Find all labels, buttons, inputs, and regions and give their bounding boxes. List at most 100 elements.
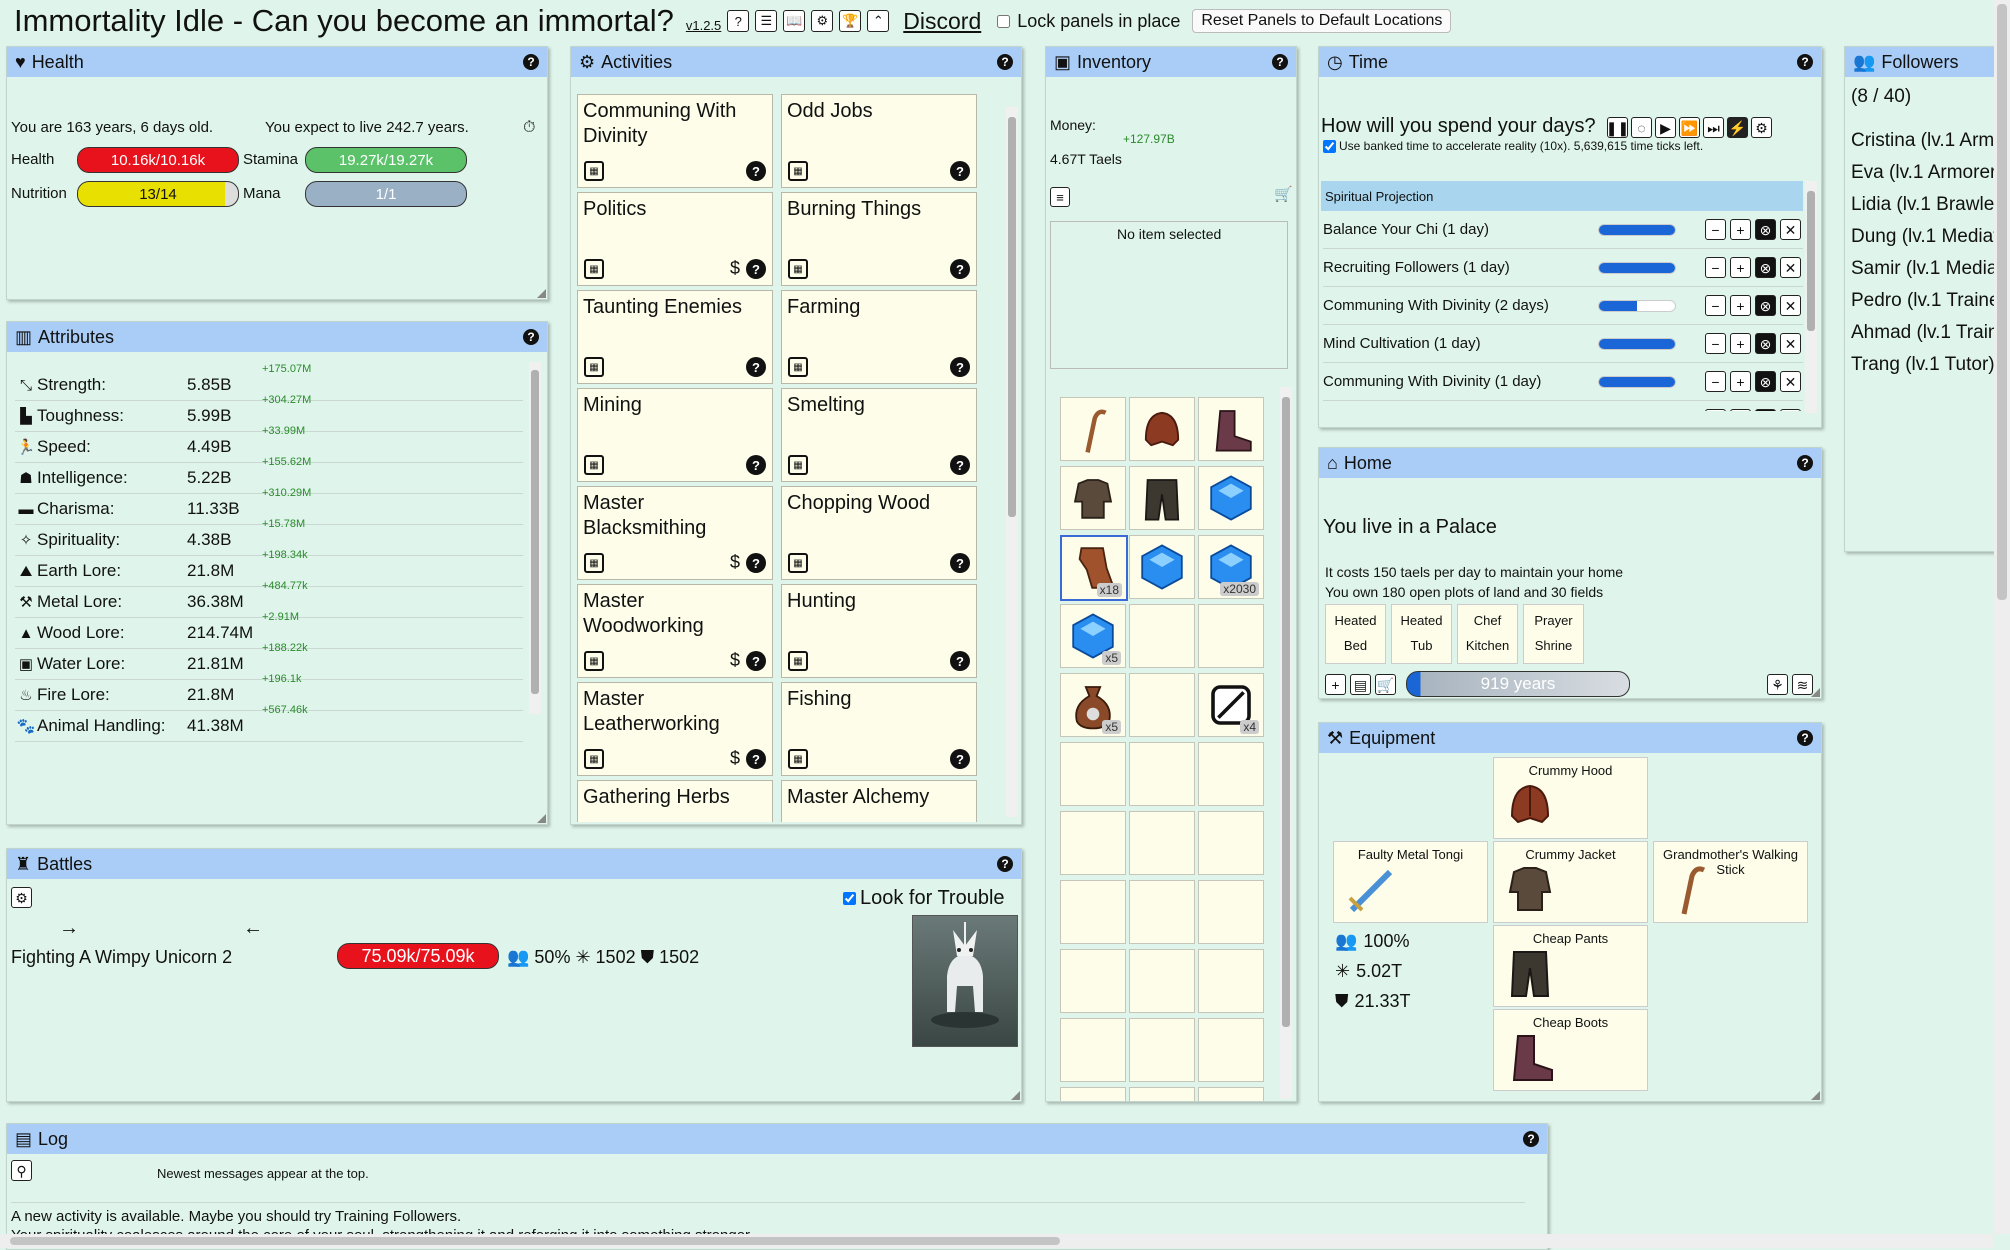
calendar-icon[interactable]: ▦ (788, 259, 808, 279)
skip-icon[interactable]: ⏭ (1703, 117, 1724, 138)
minus-icon[interactable]: − (1705, 371, 1726, 392)
inventory-slot[interactable]: x5 (1060, 673, 1126, 737)
cancel-icon[interactable]: ⊗ (1755, 333, 1776, 354)
home-upgrade-button[interactable]: Chef Kitchen (1457, 604, 1518, 664)
inventory-slot[interactable] (1129, 397, 1195, 461)
inventory-slot[interactable] (1060, 466, 1126, 530)
follower-item[interactable]: Cristina (lv.1 Armo (1845, 125, 2010, 157)
gear-icon[interactable]: ⚙ (1751, 117, 1772, 138)
inventory-slot[interactable] (1060, 949, 1126, 1013)
inventory-slot[interactable] (1129, 466, 1195, 530)
close-icon[interactable]: ✕ (1780, 257, 1801, 278)
home-upgrade-button[interactable]: Prayer Shrine (1523, 604, 1584, 664)
help-icon[interactable]: ? (746, 553, 766, 573)
plus-icon[interactable]: + (1730, 333, 1751, 354)
fast-forward-icon[interactable]: ⏩ (1679, 117, 1700, 138)
resize-handle[interactable] (1811, 1091, 1820, 1100)
activity-card[interactable]: Master Leatherworking ▦? $ (577, 682, 773, 776)
inventory-slot[interactable] (1129, 742, 1195, 806)
help-icon[interactable]: ? (1272, 54, 1288, 70)
calendar-icon[interactable]: ▦ (788, 553, 808, 573)
equip-weapon-slot[interactable]: Faulty Metal Tongi (1333, 841, 1488, 923)
help-icon[interactable]: ? (746, 357, 766, 377)
inventory-slot[interactable]: x5 (1060, 604, 1126, 668)
activity-card[interactable]: Master Blacksmithing ▦? $ (577, 486, 773, 580)
inventory-slot[interactable] (1060, 1018, 1126, 1082)
discord-link[interactable]: Discord (903, 8, 981, 35)
plus-icon[interactable]: + (1730, 257, 1751, 278)
follower-item[interactable]: Pedro (lv.1 Trainer (1845, 285, 2010, 317)
activity-card[interactable]: Farming ▦? (781, 290, 977, 384)
inventory-slot[interactable] (1129, 949, 1195, 1013)
activities-scrollbar[interactable] (1006, 107, 1018, 817)
inventory-slot[interactable] (1198, 397, 1264, 461)
banked-time-checkbox[interactable] (1323, 139, 1336, 153)
minus-icon[interactable]: − (1705, 409, 1726, 411)
plus-icon[interactable]: + (1730, 219, 1751, 240)
filter-icon[interactable]: ⚲ (11, 1160, 32, 1181)
time-activity-row[interactable]: Recruiting Followers (1 day) − + ⊗ ✕ (1323, 249, 1803, 287)
activity-card[interactable]: Mining ▦? (577, 388, 773, 482)
stopwatch-icon[interactable]: ⏱ (523, 119, 535, 137)
book-icon[interactable]: 📖 (783, 10, 806, 32)
close-icon[interactable]: ✕ (1780, 333, 1801, 354)
calendar-icon[interactable]: ▦ (584, 357, 604, 377)
follower-item[interactable]: Dung (lv.1 Mediato (1845, 221, 2010, 253)
help-icon[interactable]: ? (997, 856, 1013, 872)
calendar-icon[interactable]: ▦ (788, 357, 808, 377)
help-icon[interactable]: ? (950, 553, 970, 573)
cancel-icon[interactable]: ⊗ (1755, 295, 1776, 316)
home-upgrade-button[interactable]: Heated Bed (1325, 604, 1386, 664)
look-for-trouble-checkbox[interactable] (843, 892, 856, 905)
gear-icon[interactable]: ⚙ (811, 10, 834, 32)
inventory-slot[interactable] (1198, 466, 1264, 530)
time-activity-row[interactable]: Communing With Divinity (1 day) − + ⊗ ✕ (1323, 363, 1803, 401)
calendar-icon[interactable]: ▦ (584, 455, 604, 475)
equip-legs-slot[interactable]: Cheap Pants (1493, 925, 1648, 1007)
help-icon[interactable]: ? (746, 749, 766, 769)
follower-item[interactable]: Trang (lv.1 Tutor) (1845, 349, 2010, 381)
help-icon[interactable]: ? (746, 455, 766, 475)
inventory-slot[interactable] (1129, 1018, 1195, 1082)
cancel-icon[interactable]: ⊗ (1755, 219, 1776, 240)
help-icon[interactable]: ? (746, 651, 766, 671)
help-icon[interactable]: ? (727, 10, 750, 32)
activity-card[interactable]: Odd Jobs ▦? (781, 94, 977, 188)
time-activity-row[interactable]: Balance Your Chi (1 day) − + ⊗ ✕ (1323, 211, 1803, 249)
attributes-scrollbar[interactable] (529, 362, 541, 714)
land-icon[interactable]: ⚘ (1767, 674, 1788, 695)
inventory-slot[interactable]: x2030 (1198, 535, 1264, 599)
help-icon[interactable]: ? (950, 357, 970, 377)
inventory-slot[interactable] (1198, 1087, 1264, 1101)
inventory-slot[interactable] (1129, 811, 1195, 875)
resize-handle[interactable] (1011, 1091, 1020, 1100)
calendar-icon[interactable]: ▦ (788, 161, 808, 181)
follower-item[interactable]: Eva (lv.1 Armorer) (1845, 157, 2010, 189)
sort-icon[interactable]: ≡ (1050, 187, 1070, 207)
close-icon[interactable]: ✕ (1780, 295, 1801, 316)
inventory-slot[interactable] (1129, 880, 1195, 944)
activity-card[interactable]: Fishing ▦? (781, 682, 977, 776)
calendar-icon[interactable]: ▦ (584, 161, 604, 181)
help-icon[interactable]: ? (1797, 54, 1813, 70)
activity-card[interactable]: Politics ▦? $ (577, 192, 773, 286)
inventory-slot[interactable] (1129, 535, 1195, 599)
inventory-slot[interactable] (1129, 1087, 1195, 1101)
plus-icon[interactable]: + (1730, 409, 1751, 411)
help-icon[interactable]: ? (950, 259, 970, 279)
help-icon[interactable]: ? (997, 54, 1013, 70)
minus-icon[interactable]: − (1705, 333, 1726, 354)
add-icon[interactable]: + (1325, 674, 1346, 695)
equip-offhand-slot[interactable]: Grandmother's Walking Stick (1653, 841, 1808, 923)
calendar-icon[interactable]: ▦ (584, 749, 604, 769)
activity-card[interactable]: Master Alchemy▦? (781, 780, 977, 822)
reset-panels-button[interactable]: Reset Panels to Default Locations (1192, 9, 1452, 33)
version-link[interactable]: v1.2.5 (686, 18, 721, 33)
time-activity-row[interactable]: Body Cultivation (1 day)−+⊗✕ (1323, 401, 1803, 411)
inventory-slot[interactable] (1060, 397, 1126, 461)
inventory-slot[interactable]: x4 (1198, 673, 1264, 737)
inventory-scrollbar[interactable] (1280, 387, 1292, 1099)
equip-head-slot[interactable]: Crummy Hood (1493, 757, 1648, 839)
activity-card[interactable]: Gathering Herbs▦? (577, 780, 773, 822)
gear-icon[interactable]: ⚙ (11, 887, 32, 908)
